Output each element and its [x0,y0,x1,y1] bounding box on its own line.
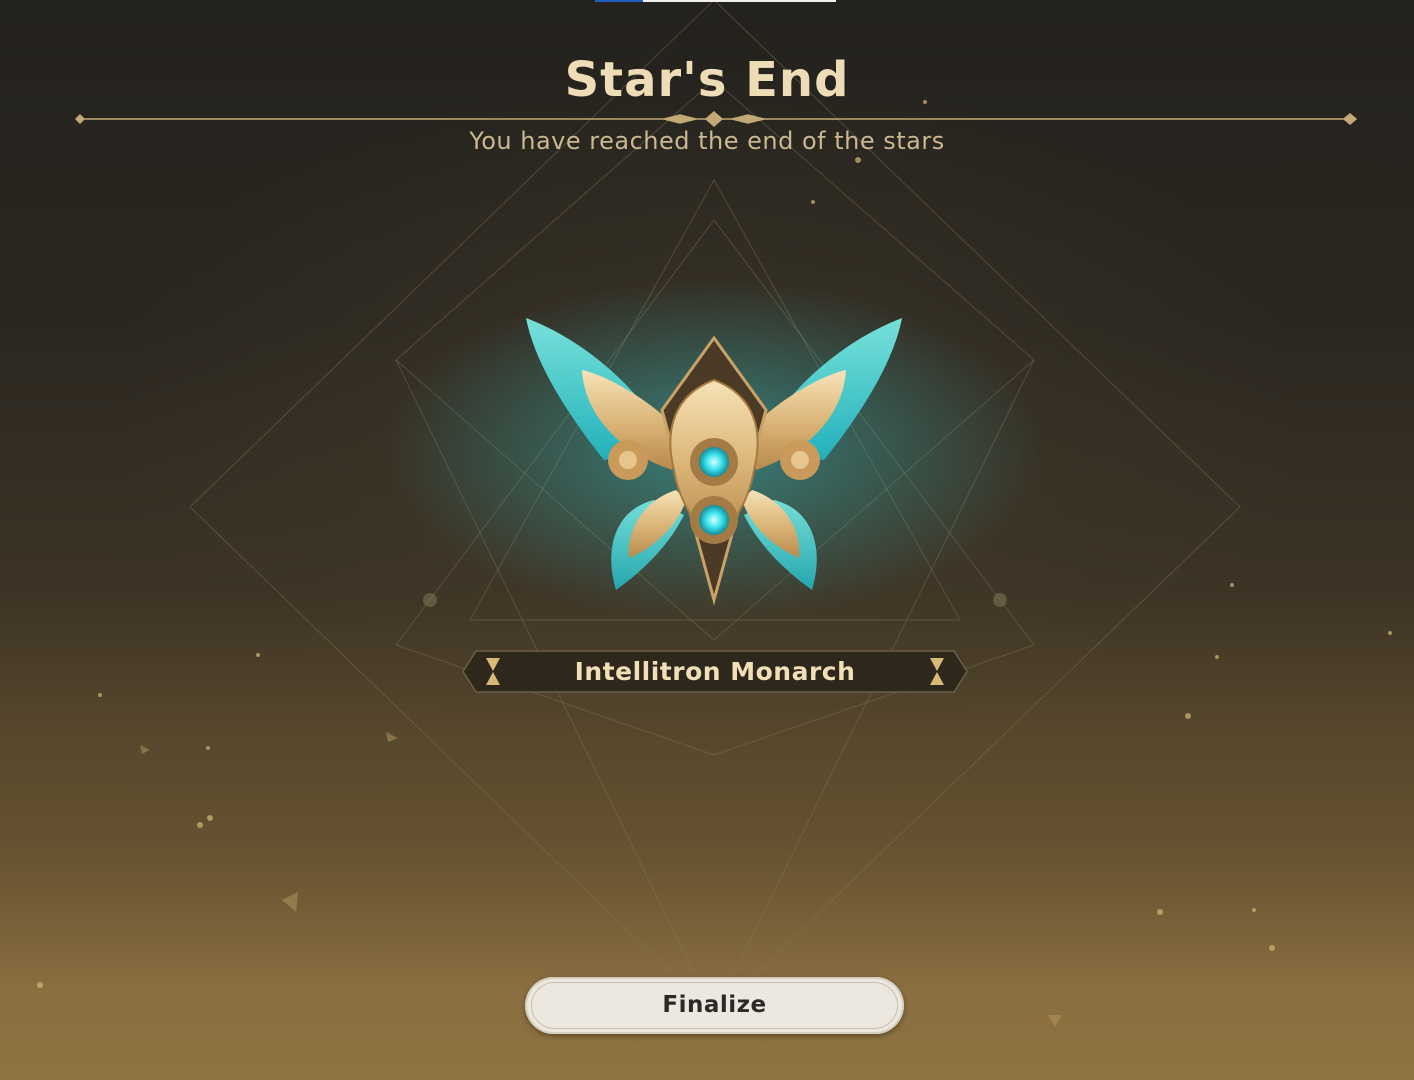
results-screen: Star's End You have reached the end of t… [0,0,1414,1080]
emblem-name: Intellitron Monarch [574,657,856,686]
page-subtitle: You have reached the end of the stars [469,127,945,155]
top-tab-indicator [595,0,836,2]
emblem-name-plate: Intellitron Monarch [462,650,968,693]
finalize-button[interactable]: Finalize [525,977,904,1034]
page-title: Star's End [564,52,850,108]
finalize-button-label: Finalize [662,992,767,1018]
butterfly-gear-emblem-icon [526,318,902,606]
